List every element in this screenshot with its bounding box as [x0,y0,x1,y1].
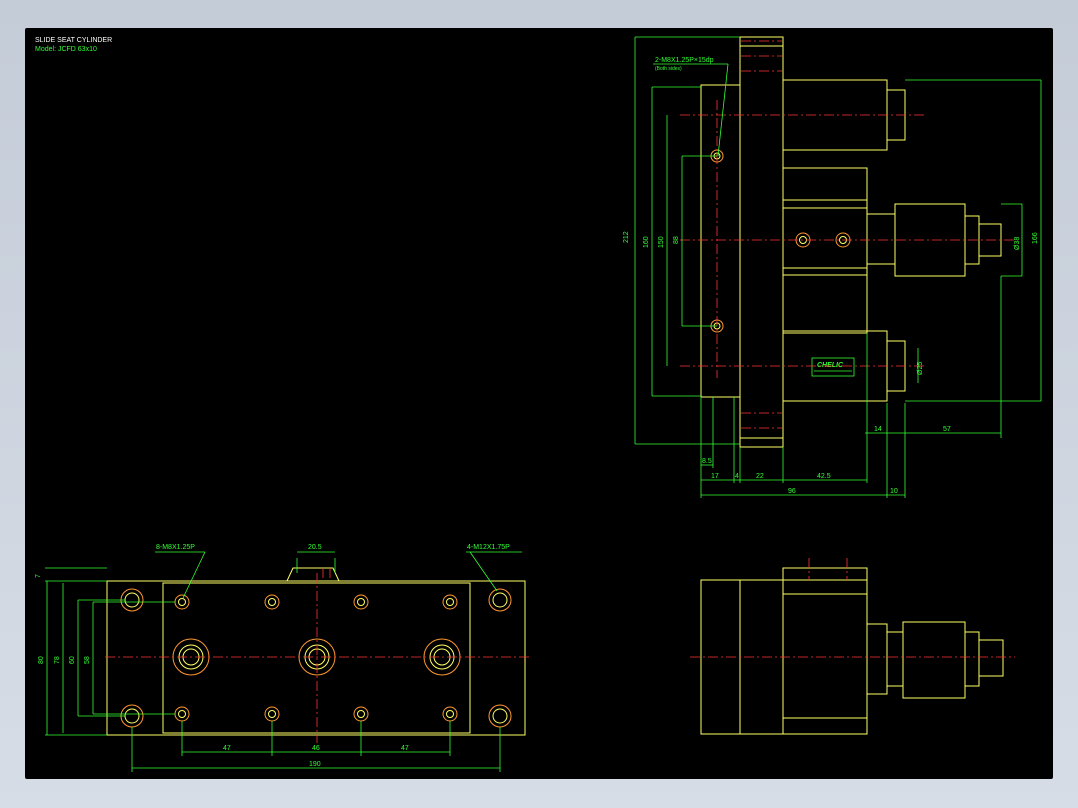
dim-96: 96 [788,488,796,495]
side-mounting-plate [739,36,784,448]
end-view [690,558,1015,735]
callout-side-tap-sub: (Both sides) [655,66,682,72]
dim-60: 60 [69,656,76,664]
bottom-tapped-holes [174,594,458,722]
dim-57: 57 [943,426,951,433]
side-view: CHELIC 212 160 150 88 166 Ø38 Ø25 14 57 … [623,36,1042,498]
dim-212: 212 [623,231,630,243]
dim-8-5: 8.5 [702,458,712,465]
drawing-title: SLIDE SEAT CYLINDER [35,37,112,44]
dim-190: 190 [309,761,321,768]
dim-10: 10 [890,488,898,495]
callout-side-tap: 2-M8X1.25P×15dp [655,57,714,64]
dim-160: 160 [643,236,650,248]
end-cylinder-body [782,567,868,735]
end-knurl-nut [902,621,966,699]
dim-80: 80 [38,656,45,664]
bottom-view: 20.5 8-M8X1.25P 4-M12X1.75P 7 80 78 60 5… [35,544,530,772]
dim-14: 14 [874,426,882,433]
dim-47-left: 47 [223,745,231,752]
model-label: Model: JCFD 63x10 [35,46,97,53]
dim-150: 150 [658,236,665,248]
dim-88: 88 [673,236,680,244]
drawing-canvas[interactable]: SLIDE SEAT CYLINDER Model: JCFD 63x10 CH… [25,28,1053,779]
dim-42-5: 42.5 [817,473,831,480]
dim-47-right: 47 [401,745,409,752]
callout-m12: 4-M12X1.75P [467,544,510,551]
dim-58: 58 [84,656,91,664]
dim-20-5: 20.5 [308,544,322,551]
bottom-base-plate [106,580,526,736]
dim-38: Ø38 [1014,237,1021,250]
dim-22: 22 [756,473,764,480]
dim-4: 4 [735,473,739,480]
side-cylinder-body [782,167,868,334]
side-upper-guide [782,79,888,151]
dim-17: 17 [711,473,719,480]
brand-label: CHELIC [817,362,844,369]
dim-25: Ø25 [917,362,924,375]
cad-drawing: SLIDE SEAT CYLINDER Model: JCFD 63x10 CH… [35,36,1042,772]
callout-m8: 8-M8X1.25P [156,544,195,551]
dim-78: 78 [54,656,61,664]
dim-46: 46 [312,745,320,752]
dim-166: 166 [1032,232,1039,244]
dim-7: 7 [35,574,42,578]
